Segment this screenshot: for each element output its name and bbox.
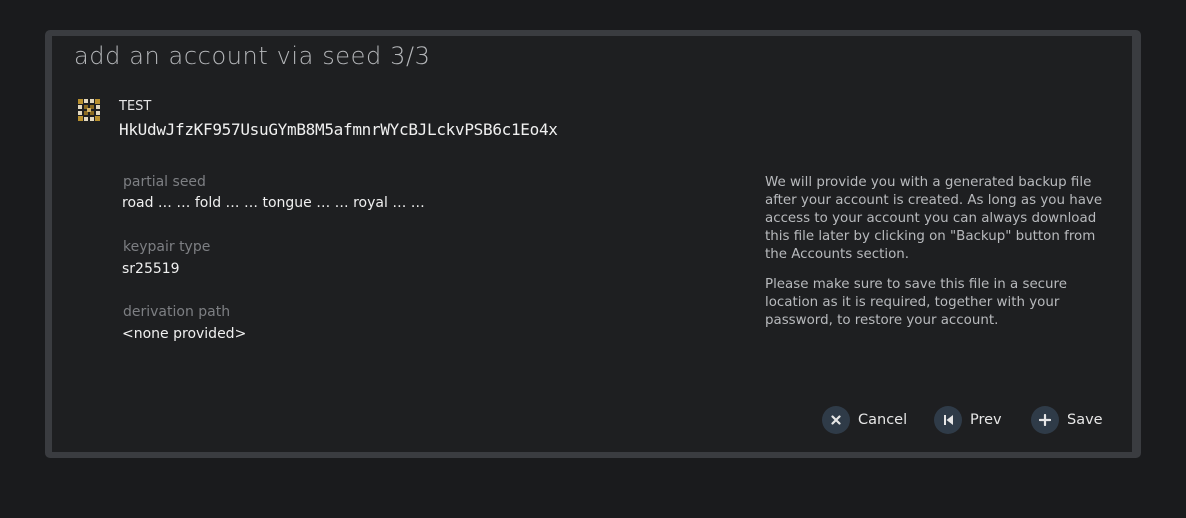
- cancel-button[interactable]: Cancel: [822, 405, 907, 435]
- step-backward-icon: [934, 406, 962, 434]
- partial-seed-value: road … … fold … … tongue … … royal … …: [122, 195, 425, 211]
- secure-location-help-text: Please make sure to save this file in a …: [765, 277, 1067, 328]
- cancel-button-label: Cancel: [858, 412, 908, 428]
- close-icon: [822, 406, 850, 434]
- prev-button-label: Prev: [970, 412, 1002, 428]
- identicon-icon: [76, 97, 102, 123]
- save-button-label: Save: [1067, 412, 1103, 428]
- backup-help-text: We will provide you with a generated bac…: [765, 175, 1103, 262]
- prev-button[interactable]: Prev: [934, 405, 1002, 435]
- modal-title: add an account via seed 3/3: [74, 42, 431, 70]
- derivation-path-value: <none provided>: [122, 326, 247, 342]
- keypair-type-value: sr25519: [122, 261, 180, 277]
- partial-seed-label: partial seed: [123, 174, 206, 190]
- account-address: HkUdwJfzKF957UsuGYmB8M5afmnrWYcBJLckvPSB…: [119, 120, 558, 139]
- plus-icon: [1031, 406, 1059, 434]
- keypair-type-label: keypair type: [123, 239, 211, 255]
- account-name: TEST: [119, 99, 152, 114]
- derivation-path-label: derivation path: [123, 304, 231, 320]
- save-button[interactable]: Save: [1031, 405, 1103, 435]
